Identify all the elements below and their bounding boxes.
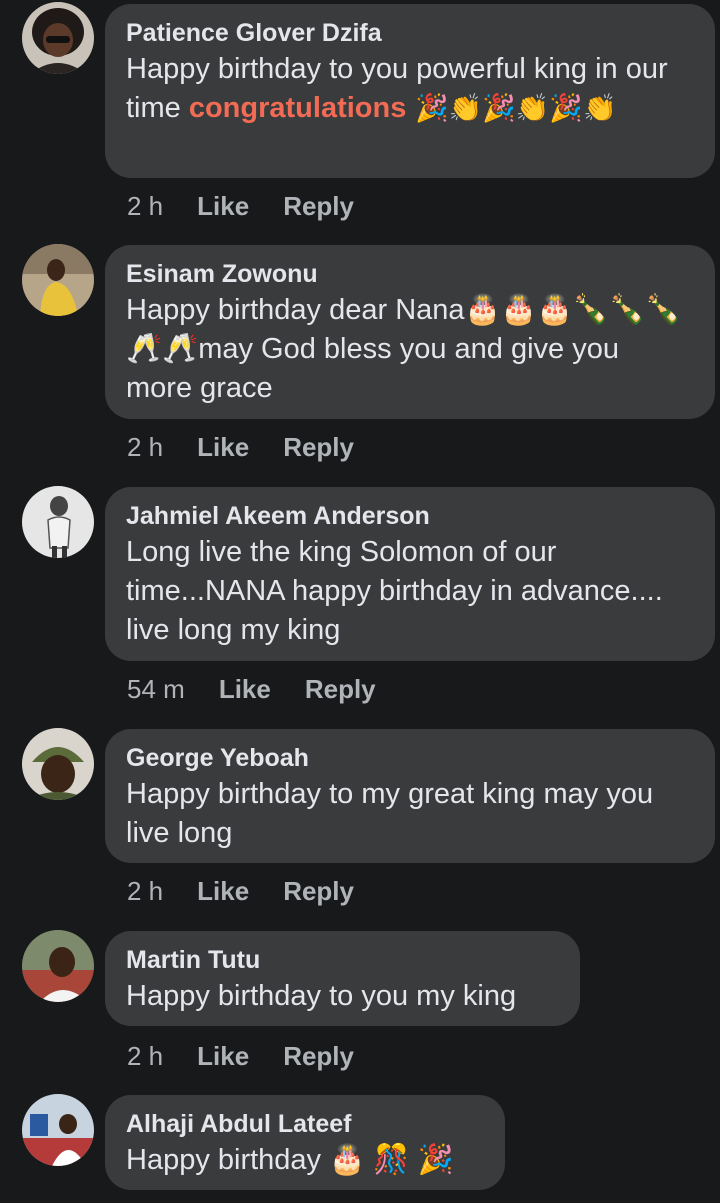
comment-time[interactable]: 54 m (127, 674, 185, 704)
comment-bubble: Alhaji Abdul Lateef Happy birthday 🎂 🎊 🎉 (105, 1095, 505, 1190)
comment-author[interactable]: Patience Glover Dzifa (126, 18, 693, 48)
comment-text: Happy birthday to my great king may you … (126, 778, 654, 849)
comment-bubble: George Yeboah Happy birthday to my great… (105, 729, 715, 863)
avatar-image (22, 930, 94, 1002)
comment-author[interactable]: Jahmiel Akeem Anderson (126, 501, 693, 531)
comment-author[interactable]: George Yeboah (126, 743, 693, 773)
reply-button[interactable]: Reply (305, 674, 376, 704)
comment-text: Happy birthday to you my king (126, 980, 517, 1012)
comment-actions: 54 m Like Reply (127, 674, 410, 705)
avatar[interactable] (22, 244, 94, 316)
avatar[interactable] (22, 728, 94, 800)
comment-bubble: Jahmiel Akeem Anderson Long live the kin… (105, 487, 715, 661)
reply-button[interactable]: Reply (283, 432, 354, 462)
like-button[interactable]: Like (197, 432, 249, 462)
comment-actions: 2 h Like Reply (127, 432, 388, 463)
like-button[interactable]: Like (197, 191, 249, 221)
comment-bubble: Patience Glover Dzifa Happy birthday to … (105, 4, 715, 178)
comment-text: Happy birthday to you powerful king in o… (126, 50, 693, 128)
reply-button[interactable]: Reply (283, 191, 354, 221)
avatar[interactable] (22, 930, 94, 1002)
comment-text: Happy birthday dear Nana🎂🎂🎂🍾🍾🍾🥂🥂may God … (126, 294, 682, 404)
avatar-image (22, 728, 94, 800)
reply-button[interactable]: Reply (283, 876, 354, 906)
comment-time[interactable]: 2 h (127, 876, 163, 906)
comment-author[interactable]: Alhaji Abdul Lateef (126, 1109, 483, 1139)
highlighted-link[interactable]: congratulations (189, 92, 407, 124)
reply-button[interactable]: Reply (283, 1041, 354, 1071)
comment-bubble: Esinam Zowonu Happy birthday dear Nana🎂🎂… (105, 245, 715, 419)
comment-actions: 2 h Like Reply (127, 876, 388, 907)
like-button[interactable]: Like (197, 876, 249, 906)
comment-author[interactable]: Martin Tutu (126, 945, 558, 975)
avatar-image (22, 1094, 94, 1166)
comment-time[interactable]: 2 h (127, 432, 163, 462)
avatar[interactable] (22, 486, 94, 558)
like-button[interactable]: Like (197, 1041, 249, 1071)
avatar-image (22, 486, 94, 558)
comment-time[interactable]: 2 h (127, 1041, 163, 1071)
avatar[interactable] (22, 2, 94, 74)
comment-bubble: Martin Tutu Happy birthday to you my kin… (105, 931, 580, 1026)
avatar[interactable] (22, 1094, 94, 1166)
comment-actions: 2 h Like Reply (127, 1041, 388, 1072)
comment-time[interactable]: 2 h (127, 191, 163, 221)
comment-text: Long live the king Solomon of our time..… (126, 536, 663, 646)
comment-emoji: 🎉👏🎉👏🎉👏 (406, 93, 617, 124)
avatar-image (22, 244, 94, 316)
avatar-image (22, 2, 94, 74)
like-button[interactable]: Like (219, 674, 271, 704)
comment-text: Happy birthday 🎂 🎊 🎉 (126, 1144, 454, 1176)
comment-author[interactable]: Esinam Zowonu (126, 259, 693, 289)
comment-actions: 2 h Like Reply (127, 191, 388, 222)
